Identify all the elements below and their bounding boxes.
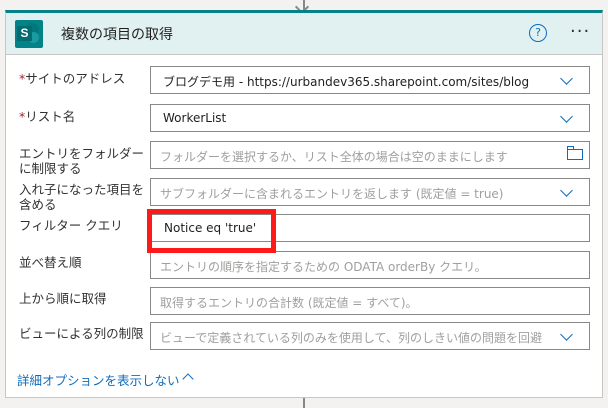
highlight-box: [147, 209, 276, 253]
chevron-down-icon[interactable]: [560, 328, 573, 341]
order-by-input[interactable]: エントリの順序を指定するための ODATA orderBy クエリ。: [150, 251, 590, 279]
chevron-down-icon[interactable]: [560, 72, 573, 85]
top-count-label: 上から順に取得: [19, 291, 107, 306]
hide-advanced-options-link[interactable]: 詳細オプションを表示しない: [17, 370, 180, 389]
sharepoint-logo-letter: S: [17, 26, 32, 41]
folder-label-line1: エントリをフォルダー: [19, 146, 145, 161]
flow-connector-bottom: [303, 398, 305, 408]
chevron-down-icon[interactable]: [560, 184, 573, 197]
nested-items-dropdown[interactable]: サブフォルダーに含まれるエントリを返します (既定値 = true): [150, 178, 590, 206]
card-header[interactable]: S 複数の項目の取得 ? ···: [6, 13, 602, 55]
site-address-value: ブログデモ用 - https://urbandev365.sharepoint.…: [163, 75, 530, 89]
list-name-value: WorkerList: [163, 111, 227, 125]
help-icon[interactable]: ?: [529, 24, 547, 42]
site-address-label-text: サイトのアドレス: [25, 71, 126, 86]
filter-query-label: フィルター クエリ: [19, 218, 123, 233]
site-address-dropdown[interactable]: ブログデモ用 - https://urbandev365.sharepoint.…: [150, 66, 590, 94]
folder-placeholder: フォルダーを選択するか、リスト全体の場合は空のままにします: [160, 150, 508, 164]
order-by-label: 並べ替え順: [19, 255, 82, 270]
folder-icon[interactable]: [567, 146, 583, 160]
list-name-label: *リスト名: [19, 109, 75, 124]
site-address-label: *サイトのアドレス: [19, 71, 125, 86]
list-name-dropdown[interactable]: WorkerList: [150, 104, 590, 132]
view-limit-dropdown[interactable]: ビューで定義されている列のみを使用して、列のしきい値の問題を回避: [150, 322, 590, 350]
nested-items-label: 入れ子になった項目を 含める: [19, 182, 144, 212]
view-limit-label: ビューによる列の制限: [19, 326, 144, 341]
order-by-placeholder: エントリの順序を指定するための ODATA orderBy クエリ。: [160, 260, 487, 274]
sharepoint-icon: S: [15, 20, 43, 48]
chevron-down-icon[interactable]: [560, 110, 573, 123]
top-count-placeholder: 取得するエントリの合計数 (既定値 = すべて)。: [160, 296, 418, 310]
folder-label-line2: に制限する: [19, 161, 82, 176]
list-name-label-text: リスト名: [25, 109, 76, 124]
nested-label-line2: 含める: [19, 197, 57, 212]
nested-label-line1: 入れ子になった項目を: [19, 182, 145, 197]
chevron-up-icon[interactable]: [182, 373, 194, 385]
action-title[interactable]: 複数の項目の取得: [61, 24, 173, 44]
more-options-icon[interactable]: ···: [570, 21, 590, 42]
folder-label: エントリをフォルダー に制限する: [19, 146, 144, 176]
folder-input[interactable]: フォルダーを選択するか、リスト全体の場合は空のままにします: [150, 141, 590, 169]
nested-placeholder: サブフォルダーに含まれるエントリを返します (既定値 = true): [160, 187, 504, 201]
view-limit-placeholder: ビューで定義されている列のみを使用して、列のしきい値の問題を回避: [160, 331, 542, 345]
top-count-input[interactable]: 取得するエントリの合計数 (既定値 = すべて)。: [150, 287, 590, 315]
action-card: S 複数の項目の取得 ? ··· *サイトのアドレス ブログデモ用 - http…: [5, 10, 603, 398]
